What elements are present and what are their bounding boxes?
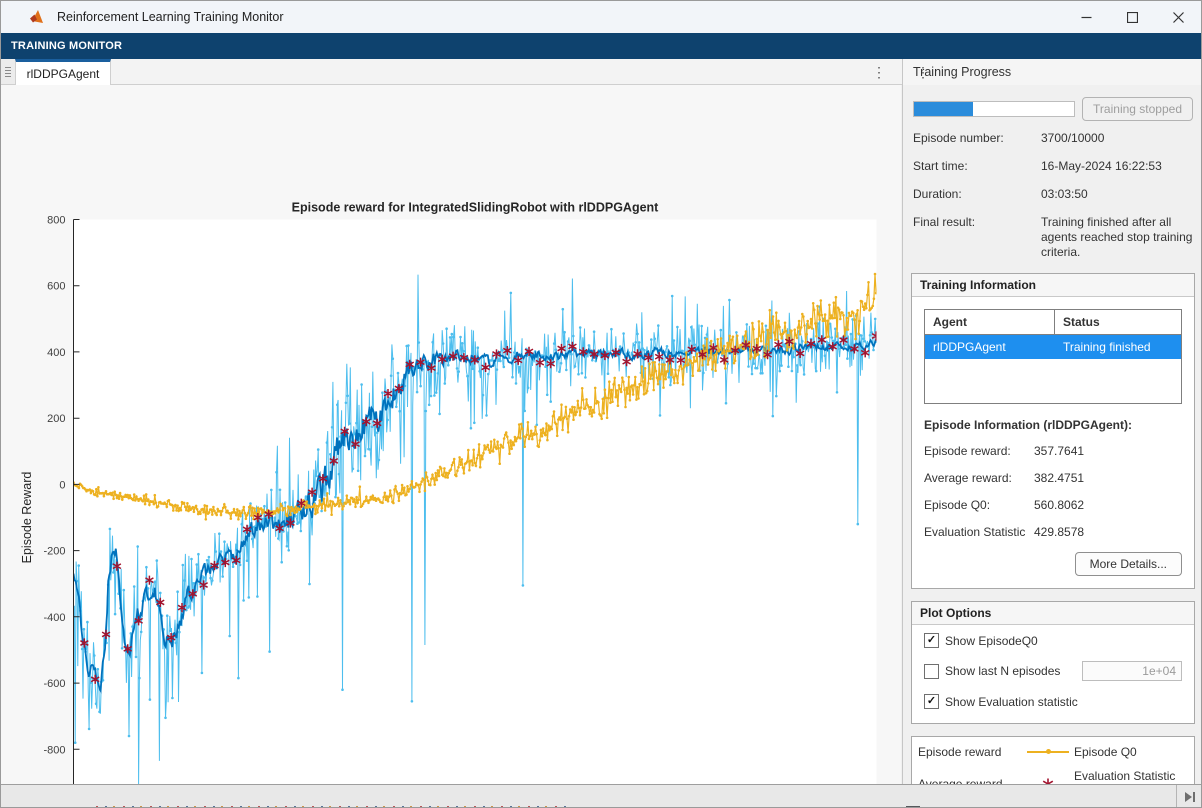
- field-label: Episode reward:: [924, 444, 1034, 458]
- show-episodeq0-option: ✓ Show EpisodeQ0: [924, 633, 1182, 648]
- app-window: Reinforcement Learning Training Monitor …: [0, 0, 1202, 808]
- field-label: Final result:: [913, 215, 1041, 260]
- training-information-section: Training Information Agent Status rlDDPG…: [911, 273, 1195, 589]
- field-value: 03:03:50: [1041, 187, 1193, 202]
- agent-status-table: Agent Status rlDDPGAgent Training finish…: [924, 309, 1182, 404]
- ribbon-tab-training-monitor[interactable]: TRAINING MONITOR: [11, 40, 122, 52]
- figure-area: 0500100015002000250030003500-1000-800-60…: [1, 85, 901, 784]
- panel-kebab-menu-icon[interactable]: ⋮: [913, 61, 933, 83]
- field-label: Start time:: [913, 159, 1041, 174]
- status-bar-divider: [1176, 785, 1177, 808]
- field-value: 382.4751: [1034, 471, 1084, 485]
- column-header-status[interactable]: Status: [1055, 310, 1181, 334]
- svg-text:Episode reward for IntegratedS: Episode reward for IntegratedSlidingRobo…: [292, 201, 660, 215]
- option-label: Show EpisodeQ0: [945, 634, 1038, 648]
- show-evaluation-statistic-option: ✓ Show Evaluation statistic: [924, 694, 1182, 709]
- average-reward-row: Average reward: 382.4751: [924, 471, 1182, 485]
- table-empty-area: [925, 359, 1181, 403]
- more-details-button[interactable]: More Details...: [1075, 552, 1182, 576]
- matlab-logo: [29, 9, 47, 25]
- show-last-n-episodes-option: Show last N episodes: [924, 661, 1182, 681]
- final-result-row: Final result: Training finished after al…: [913, 215, 1193, 260]
- title-bar: Reinforcement Learning Training Monitor: [1, 1, 1201, 33]
- panel-header: Training Progress ⋮: [903, 59, 1202, 85]
- training-progress-bar: [913, 101, 1075, 117]
- duration-row: Duration: 03:03:50: [913, 187, 1193, 202]
- field-value: 16-May-2024 16:22:53: [1041, 159, 1193, 174]
- svg-text:-800: -800: [43, 744, 65, 756]
- episode-q0-line-marker: [1022, 751, 1074, 753]
- grip-icon[interactable]: [1, 59, 16, 84]
- svg-text:800: 800: [47, 215, 65, 227]
- tab-rlddpgagent[interactable]: rlDDPGAgent: [15, 59, 111, 85]
- option-label: Show Evaluation statistic: [945, 695, 1078, 709]
- svg-text:400: 400: [47, 347, 65, 359]
- status-bar: [1, 784, 1202, 808]
- svg-text:-600: -600: [43, 678, 65, 690]
- episode-reward-row: Episode reward: 357.7641: [924, 444, 1182, 458]
- window-controls: [1063, 1, 1201, 33]
- section-title: Training Information: [912, 274, 1194, 297]
- evaluation-statistic-row: Evaluation Statistic 429.8578: [924, 525, 1182, 539]
- agent-cell: rlDDPGAgent: [925, 335, 1055, 359]
- show-last-n-episodes-checkbox[interactable]: [924, 664, 939, 679]
- close-button[interactable]: [1155, 1, 1201, 33]
- table-header-row: Agent Status: [925, 310, 1181, 335]
- progress-fill: [914, 102, 973, 116]
- column-header-agent[interactable]: Agent: [925, 310, 1055, 334]
- field-value: 357.7641: [1034, 444, 1084, 458]
- field-label: Episode Q0:: [924, 498, 1034, 512]
- field-value: Training finished after all agents reach…: [1041, 215, 1193, 260]
- svg-text:200: 200: [47, 413, 65, 425]
- svg-text:-200: -200: [43, 546, 65, 558]
- last-n-episodes-input[interactable]: [1082, 661, 1182, 681]
- field-label: Evaluation Statistic: [924, 525, 1034, 539]
- svg-text:600: 600: [47, 281, 65, 293]
- field-label: Episode number:: [913, 131, 1041, 146]
- show-evaluation-statistic-checkbox[interactable]: ✓: [924, 694, 939, 709]
- window-title: Reinforcement Learning Training Monitor: [57, 10, 284, 24]
- field-value: 429.8578: [1034, 525, 1084, 539]
- option-label: Show last N episodes: [945, 664, 1060, 678]
- start-time-row: Start time: 16-May-2024 16:22:53: [913, 159, 1193, 174]
- section-title: Plot Options: [912, 602, 1194, 625]
- training-progress-panel: Training Progress ⋮ Training stopped Epi…: [902, 59, 1202, 784]
- field-value: 3700/10000: [1041, 131, 1193, 146]
- svg-text:-400: -400: [43, 612, 65, 624]
- tab-kebab-menu-icon[interactable]: ⋮: [869, 61, 889, 83]
- field-label: Duration:: [913, 187, 1041, 202]
- maximize-button[interactable]: [1109, 1, 1155, 33]
- show-episodeq0-checkbox[interactable]: ✓: [924, 633, 939, 648]
- reward-chart: 0500100015002000250030003500-1000-800-60…: [1, 85, 901, 787]
- episode-number-row: Episode number: 3700/10000: [913, 131, 1193, 146]
- episode-information-title: Episode Information (rlDDPGAgent):: [924, 418, 1182, 432]
- field-label: Average reward:: [924, 471, 1034, 485]
- training-stopped-button[interactable]: Training stopped: [1082, 97, 1193, 121]
- svg-text:0: 0: [59, 479, 65, 491]
- status-cell: Training finished: [1055, 335, 1181, 359]
- legend-episode-q0-label: Episode Q0: [1074, 745, 1197, 759]
- svg-text:Episode Reward: Episode Reward: [20, 472, 34, 564]
- table-row[interactable]: rlDDPGAgent Training finished: [925, 335, 1181, 359]
- document-tab-bar: rlDDPGAgent ⋮: [1, 59, 902, 85]
- skip-end-icon[interactable]: [1183, 791, 1197, 803]
- plot-options-section: Plot Options ✓ Show EpisodeQ0 Show last …: [911, 601, 1195, 724]
- ribbon-bar: TRAINING MONITOR: [1, 33, 1201, 59]
- minimize-button[interactable]: [1063, 1, 1109, 33]
- episode-q0-row: Episode Q0: 560.8062: [924, 498, 1182, 512]
- field-value: 560.8062: [1034, 498, 1084, 512]
- legend-episode-reward-label: Episode reward: [918, 745, 1022, 759]
- tab-label: rlDDPGAgent: [27, 67, 100, 81]
